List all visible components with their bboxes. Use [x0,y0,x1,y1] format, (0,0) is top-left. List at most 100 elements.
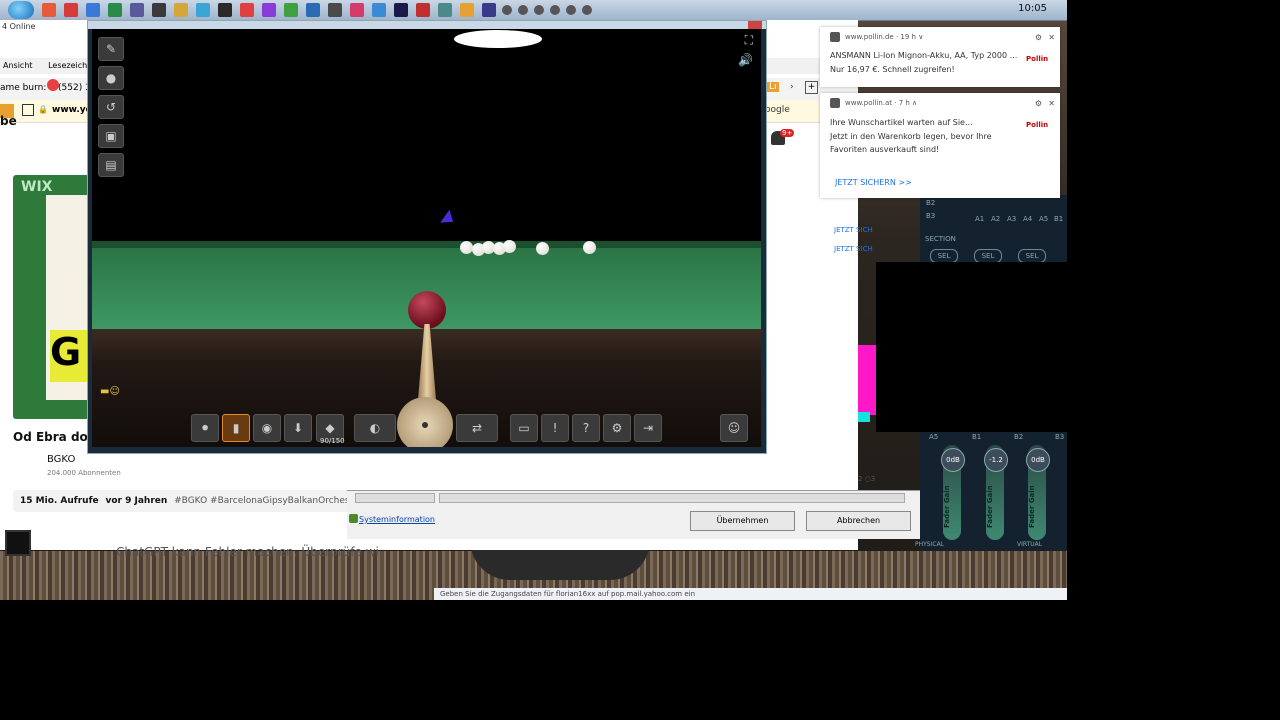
sel-button[interactable]: SEL [930,249,958,263]
players-icon[interactable]: ☺ [720,414,748,442]
app-icon[interactable] [284,3,298,17]
close-icon[interactable]: ✕ [1048,99,1055,108]
channel-name[interactable]: BGKO [47,454,75,465]
tab-label[interactable]: Lı [767,82,779,92]
tray-icon[interactable] [534,5,544,15]
tray-icon[interactable] [550,5,560,15]
game-scene[interactable]: ⛶ 🔊 ✎ ● ↺ ▣ ▤ ▬☺ ⚫ ▮ ◉ ⬇ ◆ 90/150 ◐ ⇄ ▭ … [92,29,761,447]
window-titlebar[interactable] [88,21,766,29]
menu-ansicht[interactable]: Ansicht [3,61,33,70]
mixer-label: B3 [926,212,936,220]
tab-label[interactable]: ame burn: [0,83,46,93]
gear-icon[interactable]: ⚙ [1035,33,1042,42]
notification-card[interactable]: www.pollin.de · 19 h ∨ ⚙ ✕ ANSMANN Li-Io… [820,27,1060,87]
prompt-text: Geben Sie die Zugangsdaten für florian16… [440,590,696,598]
power-dial[interactable] [397,397,453,447]
save-icon[interactable]: ▣ [98,124,124,148]
cancel-button[interactable]: Abbrechen [806,511,911,531]
taskbar-clock[interactable]: 10:05 [1018,3,1047,14]
download-icon[interactable]: ⬇ [284,414,312,442]
youtube-logo-text: be [0,114,17,128]
new-tab-icon[interactable]: + [805,81,818,94]
desktop: 10:05 4 Online Ansicht Lesezeichen ame b… [0,0,1067,600]
exit-icon[interactable]: ⇥ [634,414,662,442]
steam-icon[interactable] [218,3,232,17]
opera-icon[interactable] [64,3,78,17]
notification-source: www.pollin.de · 19 h ∨ [845,33,924,41]
app-icon[interactable] [394,3,408,17]
eye-icon[interactable]: ◉ [253,414,281,442]
notification-body: Favoriten ausverkauft sind! [830,145,940,154]
settings-icon[interactable]: ⚙ [603,414,631,442]
cue-ball[interactable] [408,291,446,329]
zoom-in-icon[interactable]: ⇄ [456,414,498,442]
strip-label: B3 [1055,433,1065,441]
alert-icon[interactable]: ! [541,414,569,442]
video-thumbnail[interactable]: WIX G [13,175,90,419]
zoom-out-icon[interactable]: ◐ [354,414,396,442]
pen-icon[interactable]: ✎ [98,37,124,61]
camera-icon[interactable]: ▭ [510,414,538,442]
close-icon[interactable]: ✕ [1048,33,1055,42]
tray-icon[interactable] [518,5,528,15]
tray-icon[interactable] [582,5,592,15]
fader-knob[interactable]: 0dB [941,448,965,472]
sel-button[interactable]: SEL [1018,249,1046,263]
app-icon[interactable] [438,3,452,17]
jetzt-sichern-link[interactable]: JETZT SICH [834,245,873,253]
notification-title: ANSMANN Li-Ion Mignon-Akku, AA, Typ 2000… [830,51,1018,60]
app-icon[interactable] [482,3,496,17]
gear-icon[interactable]: ⚙ [1035,99,1042,108]
section-label: SECTION [925,235,956,243]
app-icon[interactable] [196,3,210,17]
notification-card[interactable]: www.pollin.at · 7 h ∧ ⚙ ✕ Ihre Wunschart… [820,93,1060,198]
pollin-logo: Pollin [1026,55,1049,63]
jetzt-sichern-link[interactable]: JETZT SICH [834,226,873,234]
fullscreen-icon[interactable]: ⛶ [745,33,753,48]
close-button[interactable] [748,21,762,29]
app-icon[interactable] [416,3,430,17]
start-button[interactable] [8,1,34,19]
folder-icon[interactable]: ▤ [98,153,124,177]
app-icon[interactable] [240,3,254,17]
taskbar: 10:05 [0,0,1067,21]
search-engine-label[interactable]: oogle [765,105,790,115]
apply-button[interactable]: Übernehmen [690,511,795,531]
firefox-icon[interactable] [42,3,56,17]
cue-view-icon[interactable]: ⚫ [191,414,219,442]
color-bar [858,412,870,422]
system-info-link[interactable]: Systeminformation [359,515,435,524]
tray-icon[interactable] [502,5,512,15]
fader-knob[interactable]: -1.2 [984,448,1008,472]
app-icon[interactable] [328,3,342,17]
sel-button[interactable]: SEL [974,249,1002,263]
app-icon[interactable] [350,3,364,17]
fader-knob[interactable]: 0dB [1026,448,1050,472]
mixer-label: A5 [1039,215,1049,223]
app-icon[interactable] [86,3,100,17]
balls-icon[interactable]: ● [98,66,124,90]
shield-icon[interactable] [22,104,34,116]
app-icon[interactable] [460,3,474,17]
keyboard-icon[interactable] [5,530,31,556]
video-tags[interactable]: #BGKO #BarcelonaGipsyBalkanOrchestra [174,496,362,506]
cue-spin-icon[interactable]: ▮ [222,414,250,442]
app-icon[interactable] [108,3,122,17]
app-icon[interactable] [372,3,386,17]
chevron-right-icon[interactable]: › [790,82,794,92]
app-icon[interactable] [130,3,144,17]
app-icon[interactable] [152,3,166,17]
volume-icon[interactable]: 🔊 [738,53,753,67]
app-icon[interactable] [306,3,320,17]
tray-icon[interactable] [566,5,576,15]
chat-icon[interactable]: ▬☺ [100,386,120,397]
undo-icon[interactable]: ↺ [98,95,124,119]
credentials-prompt[interactable]: Geben Sie die Zugangsdaten für florian16… [434,588,1067,600]
app-icon[interactable] [262,3,276,17]
help-icon[interactable]: ? [572,414,600,442]
app-icon[interactable] [174,3,188,17]
scrollbar[interactable] [355,493,435,503]
system-info-icon [349,514,358,523]
jetzt-sichern-button[interactable]: JETZT SICHERN >> [835,178,912,187]
scrollbar[interactable] [439,493,905,503]
